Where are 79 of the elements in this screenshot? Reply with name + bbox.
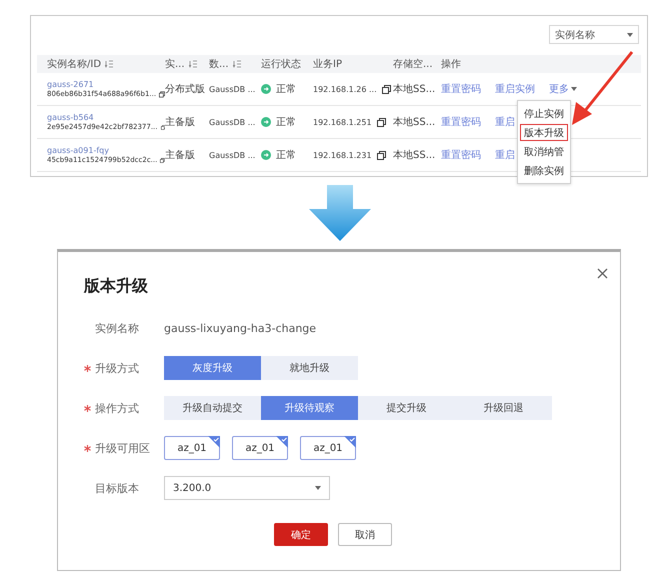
menu-item[interactable]: 删除实例	[520, 162, 568, 179]
field-label: 操作方式	[95, 400, 139, 416]
status-text: 正常	[276, 82, 296, 96]
zone-chip[interactable]: az_01	[164, 436, 220, 460]
column-header: 操作	[441, 58, 461, 71]
table-cell: 192.168.1.231	[313, 150, 372, 160]
column-header: 存储空...	[393, 58, 433, 71]
column-header: 运行状态	[261, 58, 301, 71]
table-cell-text: 本地SS...	[393, 148, 436, 162]
segment-option[interactable]: 灰度升级	[164, 356, 261, 380]
sort-icon[interactable]	[188, 60, 197, 68]
check-corner-icon	[208, 436, 220, 448]
required-icon	[84, 364, 91, 372]
close-icon[interactable]	[597, 268, 608, 279]
column-header: 业务IP	[313, 58, 342, 71]
status-icon	[261, 150, 271, 160]
required-icon	[84, 444, 91, 452]
caret-icon	[571, 87, 577, 91]
table-cell: GaussDB ...	[209, 118, 256, 126]
filter-select[interactable]: 实例名称	[549, 25, 639, 44]
copy-icon[interactable]	[376, 150, 386, 160]
copy-icon[interactable]	[160, 122, 165, 132]
copy-icon[interactable]	[382, 84, 391, 94]
caret-icon	[315, 486, 321, 490]
instance-name-link[interactable]: gauss-b564	[47, 112, 165, 122]
status-icon	[261, 84, 271, 94]
menu-item[interactable]: 取消纳管	[520, 143, 568, 160]
action-link[interactable]: 重启实例	[495, 82, 535, 96]
sort-icon[interactable]	[232, 60, 241, 68]
field-label: 升级方式	[95, 360, 139, 376]
menu-item[interactable]: 版本升级	[520, 124, 568, 141]
sort-icon[interactable]	[105, 60, 114, 68]
menu-item[interactable]: 停止实例	[520, 105, 568, 122]
copy-icon[interactable]	[376, 118, 386, 126]
check-corner-icon	[344, 436, 356, 448]
table-cell: 192.168.1.251	[313, 118, 372, 126]
table-cell-text: 主备版	[165, 148, 195, 162]
column-header: 数...	[209, 58, 229, 71]
dialog-title: 版本升级	[84, 276, 149, 297]
required-icon	[84, 404, 91, 412]
cancel-button[interactable]: 取消	[338, 523, 392, 546]
segment-option[interactable]: 就地升级	[261, 356, 358, 380]
table-cell-text: 本地SS...	[393, 82, 436, 96]
table-cell: 192.168.1.26 ...	[313, 84, 377, 94]
table-cell-text: 本地SS...	[393, 116, 436, 129]
field-label: 目标版本	[95, 480, 139, 496]
version-select[interactable]: 3.200.0	[164, 476, 330, 500]
action-link[interactable]: 重启	[495, 148, 515, 162]
segment-option[interactable]: 升级回退	[455, 396, 552, 420]
table-cell-text: 主备版	[165, 116, 195, 129]
table-cell: GaussDB ...	[209, 150, 256, 160]
confirm-button[interactable]: 确定	[274, 523, 328, 546]
copy-icon[interactable]	[159, 90, 165, 98]
segment-option[interactable]: 升级自动提交	[164, 396, 261, 420]
more-link[interactable]: 更多	[549, 82, 577, 96]
instance-name-link[interactable]: gauss-a091-fqy	[47, 146, 165, 154]
copy-icon[interactable]	[160, 156, 165, 164]
status-icon	[261, 117, 271, 127]
column-header: 实例名称/ID	[47, 58, 102, 71]
action-link[interactable]: 重启	[495, 115, 515, 129]
action-link[interactable]: 重置密码	[441, 148, 481, 162]
status-text: 正常	[276, 116, 296, 129]
action-link[interactable]: 重置密码	[441, 115, 481, 129]
table-cell-text: 分布式版	[165, 82, 205, 96]
status-text: 正常	[276, 148, 296, 162]
down-arrow-icon	[309, 185, 371, 241]
instance-name-link[interactable]: gauss-2671	[47, 80, 165, 88]
check-corner-icon	[276, 436, 288, 448]
action-link[interactable]: 重置密码	[441, 82, 481, 96]
segment-option[interactable]: 升级待观察	[261, 396, 358, 420]
zone-chip[interactable]: az_01	[300, 436, 356, 460]
segment-option[interactable]: 提交升级	[358, 396, 455, 420]
table-cell: GaussDB ...	[209, 84, 256, 94]
caret-icon	[627, 32, 633, 36]
field-label: 实例名称	[95, 320, 139, 336]
field-label: 升级可用区	[95, 440, 150, 456]
field-value: gauss-lixuyang-ha3-change	[164, 322, 316, 334]
column-header: 实...	[165, 58, 185, 71]
zone-chip[interactable]: az_01	[232, 436, 288, 460]
